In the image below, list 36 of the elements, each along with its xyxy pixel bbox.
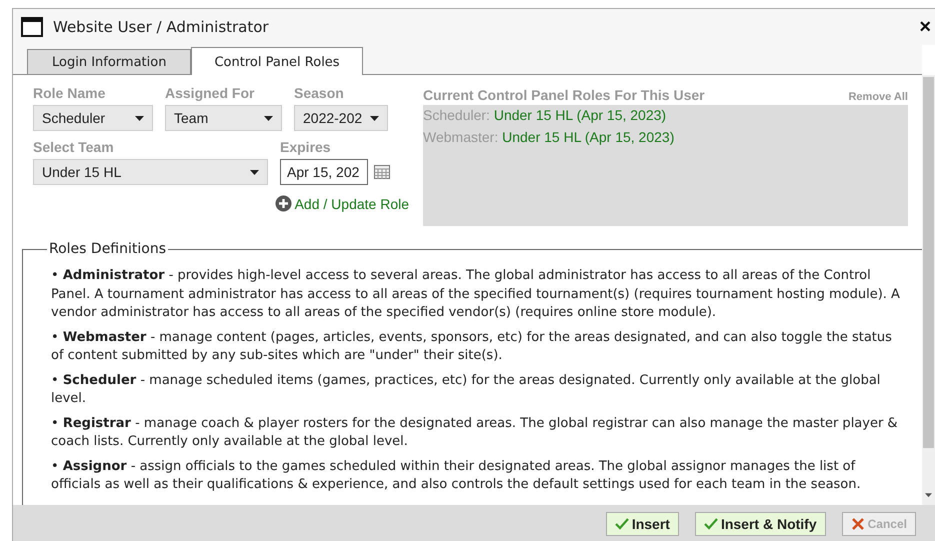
dropdown[interactable]: Scheduler [33, 105, 153, 131]
tab[interactable]: Login Information [27, 49, 192, 74]
field-label: Role Name [33, 85, 106, 101]
field-label: Season [294, 85, 345, 101]
caret-icon [370, 116, 379, 120]
dropdown[interactable]: 2022-202 [294, 105, 388, 131]
section-title: Current Control Panel Roles For This User [423, 87, 705, 103]
caret-icon [250, 170, 259, 174]
dropdown[interactable]: Under 15 HL [33, 159, 268, 185]
calendar-icon[interactable] [374, 165, 390, 179]
role-definition: • Scheduler - manage scheduled items (games, practices, etc) for the areas designated. Currently only available at the global level. [51, 372, 882, 408]
window-icon [21, 17, 43, 37]
window-title: Website User / Administrator [53, 18, 270, 36]
role-definition: • Assignor - assign officials to the games scheduled within their designated areas. The global assignor manages the list of officials as well as their qualifications & experience, and also controls the default settings used for each team in the season. [51, 458, 862, 494]
caret-icon [264, 116, 273, 120]
field-label: Select Team [33, 139, 115, 155]
section-title: Roles Definitions [48, 242, 167, 257]
role-definition: • Registrar - manage coach & player rosters for the designated areas. The global registrar can also manage the master player & coach lists. Currently only available at the global level. [51, 414, 899, 451]
date-field[interactable]: Apr 15, 202 [280, 159, 368, 185]
dropdown[interactable]: Team [165, 105, 282, 131]
role-definition: • Administrator - provides high-level access to several areas. The global administrator has access to all areas of the Control Panel. A tournament administrator has access to all areas of the specified tournament(s) (requires tournament hosting module). A vendor administrator has access to all areas of the specified vendor(s) (requires online store module). [51, 267, 901, 322]
role-definition: • Webmaster - manage content (pages, articles, events, sponsors, etc) for the areas designated, and can also toggle the status of content submitted by any sub-sites which are "under" their site(s). [51, 328, 893, 365]
caret-icon [135, 116, 144, 120]
tab[interactable]: Control Panel Roles [191, 47, 363, 75]
check-icon [614, 518, 629, 530]
field-label: Expires [280, 139, 332, 155]
role-entry: Webmaster: Under 15 HL (Apr 15, 2023) [423, 129, 676, 145]
role-entry: Scheduler: Under 15 HL (Apr 15, 2023) [423, 107, 668, 123]
field-label: Assigned For [165, 85, 256, 101]
close-button[interactable]: × [915, 16, 935, 38]
add-role-button[interactable]: Add / Update Role [274, 195, 409, 212]
check-icon [704, 518, 718, 530]
insert-button[interactable]: Insert [606, 512, 679, 536]
insert-button[interactable]: Insert & Notify [694, 512, 826, 536]
plus-icon [274, 195, 292, 212]
close-icon [850, 518, 865, 530]
